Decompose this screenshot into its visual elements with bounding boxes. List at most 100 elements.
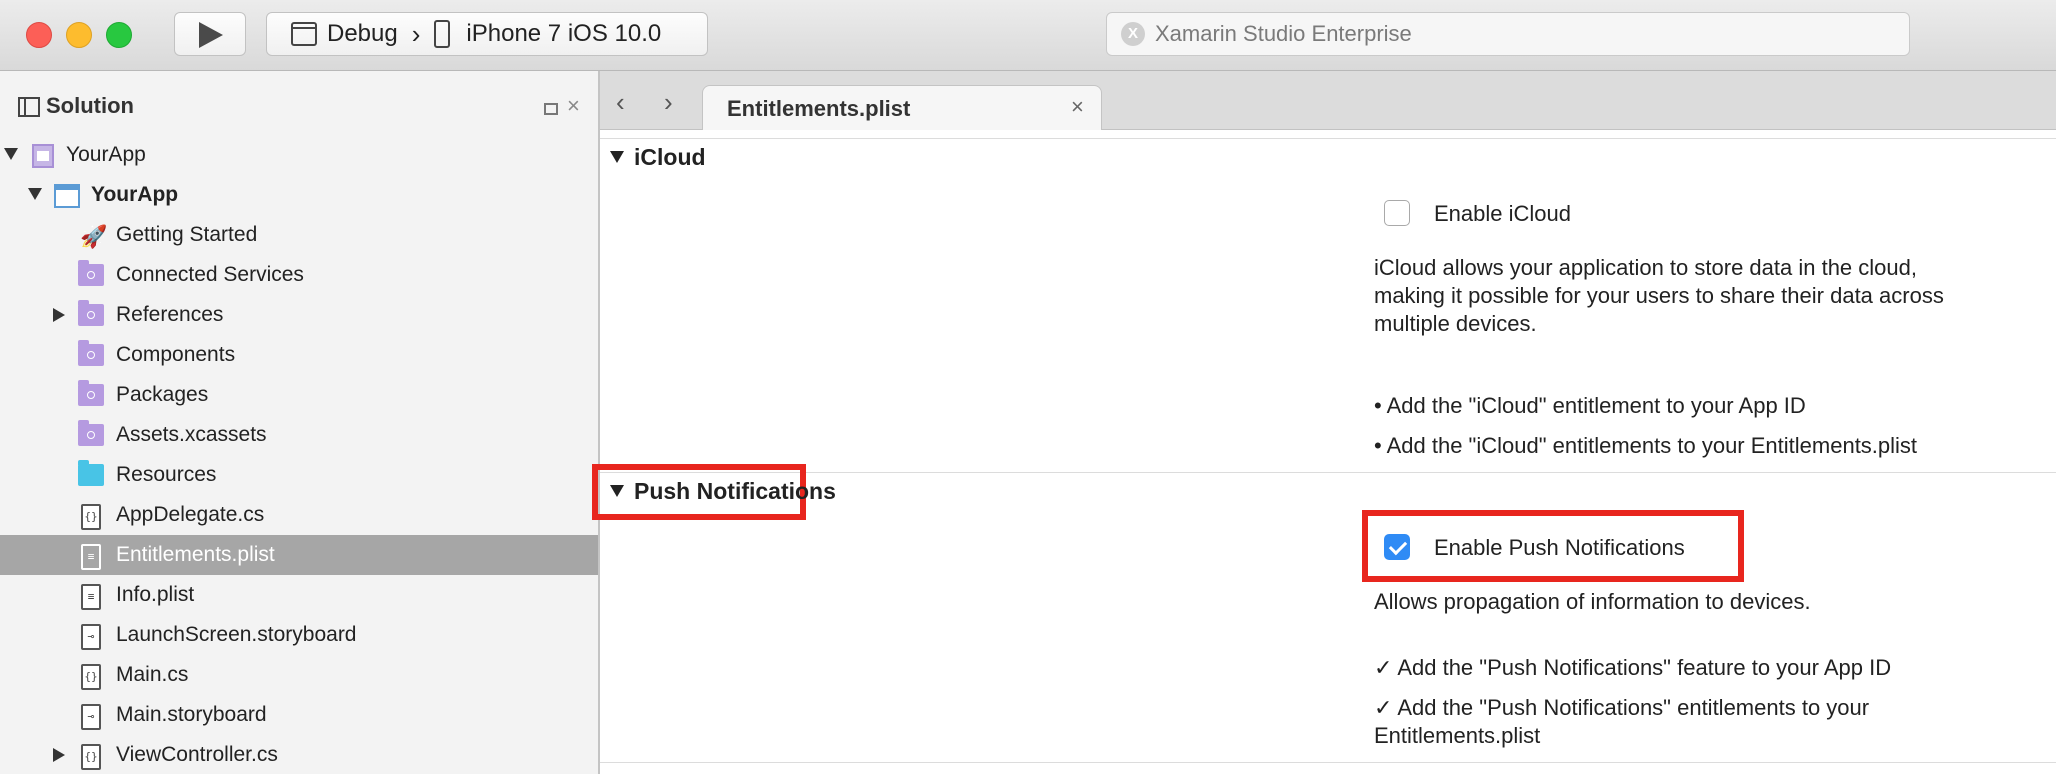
expanded-arrow-icon[interactable] [4, 148, 18, 160]
solution-pad-header: Solution × [0, 71, 598, 143]
tree-item-label: References [116, 303, 224, 326]
tree-item-label: Assets.xcassets [116, 423, 267, 446]
tree-item-label: Components [116, 343, 236, 366]
status-text: Xamarin Studio Enterprise [1155, 21, 1412, 46]
push-step: ✓ Add the "Push Notifications" entitleme… [1374, 695, 1870, 720]
run-button[interactable] [174, 12, 246, 56]
icloud-description-line: making it possible for your users to sha… [1374, 283, 1944, 308]
section-header-push[interactable]: Push Notifications [610, 478, 836, 505]
editor-tab-bar: ‹ › Entitlements.plist × [600, 71, 2056, 130]
tree-item-entitlements[interactable]: ≡ Entitlements.plist [0, 535, 598, 575]
folder-icon [78, 420, 104, 446]
tree-item-solution[interactable]: YourApp [0, 135, 598, 175]
tab-entitlements[interactable]: Entitlements.plist × [702, 85, 1102, 130]
section-title: iCloud [634, 144, 706, 170]
folder-icon [78, 300, 104, 326]
tree-item-label: Info.plist [116, 583, 195, 606]
icloud-description-line: iCloud allows your application to store … [1374, 255, 1917, 280]
tree-item-label: Resources [116, 463, 217, 486]
chevron-right-icon: › [411, 18, 421, 49]
expanded-arrow-icon[interactable] [28, 188, 42, 200]
tree-item-viewcontroller[interactable]: {} ViewController.cs [0, 735, 598, 775]
section-divider [600, 762, 2056, 763]
tree-item-resources[interactable]: Resources [0, 455, 598, 495]
enable-icloud-label: Enable iCloud [1434, 201, 1571, 226]
forward-arrow-icon[interactable]: › [664, 87, 673, 118]
folder-icon [78, 340, 104, 366]
tree-item-label: Connected Services [116, 263, 304, 286]
tree-item-project[interactable]: YourApp [0, 175, 598, 215]
tree-item-connected-services[interactable]: Connected Services [0, 255, 598, 295]
plist-file-icon: ≡ [81, 584, 101, 610]
tree-item-label: ViewController.cs [116, 743, 278, 766]
tree-item-getting-started[interactable]: 🚀 Getting Started [0, 215, 598, 255]
enable-icloud-checkbox[interactable] [1384, 200, 1410, 226]
solution-icon [32, 144, 54, 168]
rocket-icon: 🚀 [80, 224, 108, 249]
tree-item-info-plist[interactable]: ≡ Info.plist [0, 575, 598, 615]
minimize-pad-icon[interactable] [544, 103, 558, 115]
icloud-step: • Add the "iCloud" entitlement to your A… [1374, 393, 1806, 418]
push-description: Allows propagation of information to dev… [1374, 589, 1811, 614]
close-pad-icon[interactable]: × [567, 93, 580, 119]
phone-icon [434, 20, 451, 48]
cs-file-icon: {} [81, 504, 101, 530]
solution-pad-title: Solution [46, 93, 134, 118]
tree-item-label: YourApp [66, 143, 146, 166]
storyboard-file-icon: ⊸ [81, 624, 101, 650]
folder-icon [78, 460, 104, 486]
configuration-label: Debug [327, 20, 398, 47]
tree-item-components[interactable]: Components [0, 335, 598, 375]
collapsed-arrow-icon[interactable] [53, 308, 65, 322]
enable-push-label: Enable Push Notifications [1434, 535, 1685, 560]
tree-item-label: Getting Started [116, 223, 258, 246]
icloud-description-line: multiple devices. [1374, 311, 1537, 336]
project-icon [54, 184, 80, 208]
tree-item-label: AppDelegate.cs [116, 503, 265, 526]
icloud-step: • Add the "iCloud" entitlements to your … [1374, 433, 1918, 458]
tree-item-packages[interactable]: Packages [0, 375, 598, 415]
tab-label: Entitlements.plist [727, 96, 911, 121]
expanded-arrow-icon [610, 150, 624, 163]
cs-file-icon: {} [81, 744, 101, 770]
expanded-arrow-icon [610, 484, 624, 497]
entitlements-editor: iCloud Enable iCloud iCloud allows your … [592, 130, 2056, 774]
back-arrow-icon[interactable]: ‹ [616, 87, 625, 118]
enable-push-checkbox[interactable] [1384, 534, 1410, 560]
tree-item-appdelegate[interactable]: {} AppDelegate.cs [0, 495, 598, 535]
solution-pad-icon [18, 97, 40, 117]
tree-item-label: Main.storyboard [116, 703, 267, 726]
tree-item-label: Entitlements.plist [116, 543, 275, 566]
collapsed-arrow-icon[interactable] [53, 748, 65, 762]
window-icon [291, 22, 317, 46]
section-title: Push Notifications [634, 478, 836, 504]
section-divider [600, 472, 2056, 473]
tree-item-references[interactable]: References [0, 295, 598, 335]
configuration-selector[interactable]: Debug › iPhone 7 iOS 10.0 [266, 12, 708, 56]
zoom-window-button[interactable] [106, 22, 132, 48]
tree-item-main-cs[interactable]: {} Main.cs [0, 655, 598, 695]
tree-item-launchscreen[interactable]: ⊸ LaunchScreen.storyboard [0, 615, 598, 655]
minimize-window-button[interactable] [66, 22, 92, 48]
xamarin-logo-icon: X [1121, 22, 1145, 46]
folder-icon [78, 380, 104, 406]
tree-item-label: Main.cs [116, 663, 189, 686]
storyboard-file-icon: ⊸ [81, 704, 101, 730]
tree-item-label: YourApp [91, 183, 179, 206]
cs-file-icon: {} [81, 664, 101, 690]
device-label: iPhone 7 iOS 10.0 [466, 20, 662, 47]
close-tab-icon[interactable]: × [1071, 94, 1084, 120]
play-icon [199, 22, 223, 48]
section-header-icloud[interactable]: iCloud [610, 144, 706, 171]
close-window-button[interactable] [26, 22, 52, 48]
folder-icon [78, 260, 104, 286]
tree-item-label: LaunchScreen.storyboard [116, 623, 357, 646]
tree-item-assets[interactable]: Assets.xcassets [0, 415, 598, 455]
plist-file-icon: ≡ [81, 544, 101, 570]
push-step: ✓ Add the "Push Notifications" feature t… [1374, 655, 1892, 680]
solution-pad: Solution × YourApp YourApp 🚀 Getting Sta… [0, 71, 600, 774]
status-bar: X Xamarin Studio Enterprise [1106, 12, 1910, 56]
tree-item-main-storyboard[interactable]: ⊸ Main.storyboard [0, 695, 598, 735]
tree-item-label: Packages [116, 383, 209, 406]
window-toolbar: Debug › iPhone 7 iOS 10.0 X Xamarin Stud… [0, 0, 2056, 71]
